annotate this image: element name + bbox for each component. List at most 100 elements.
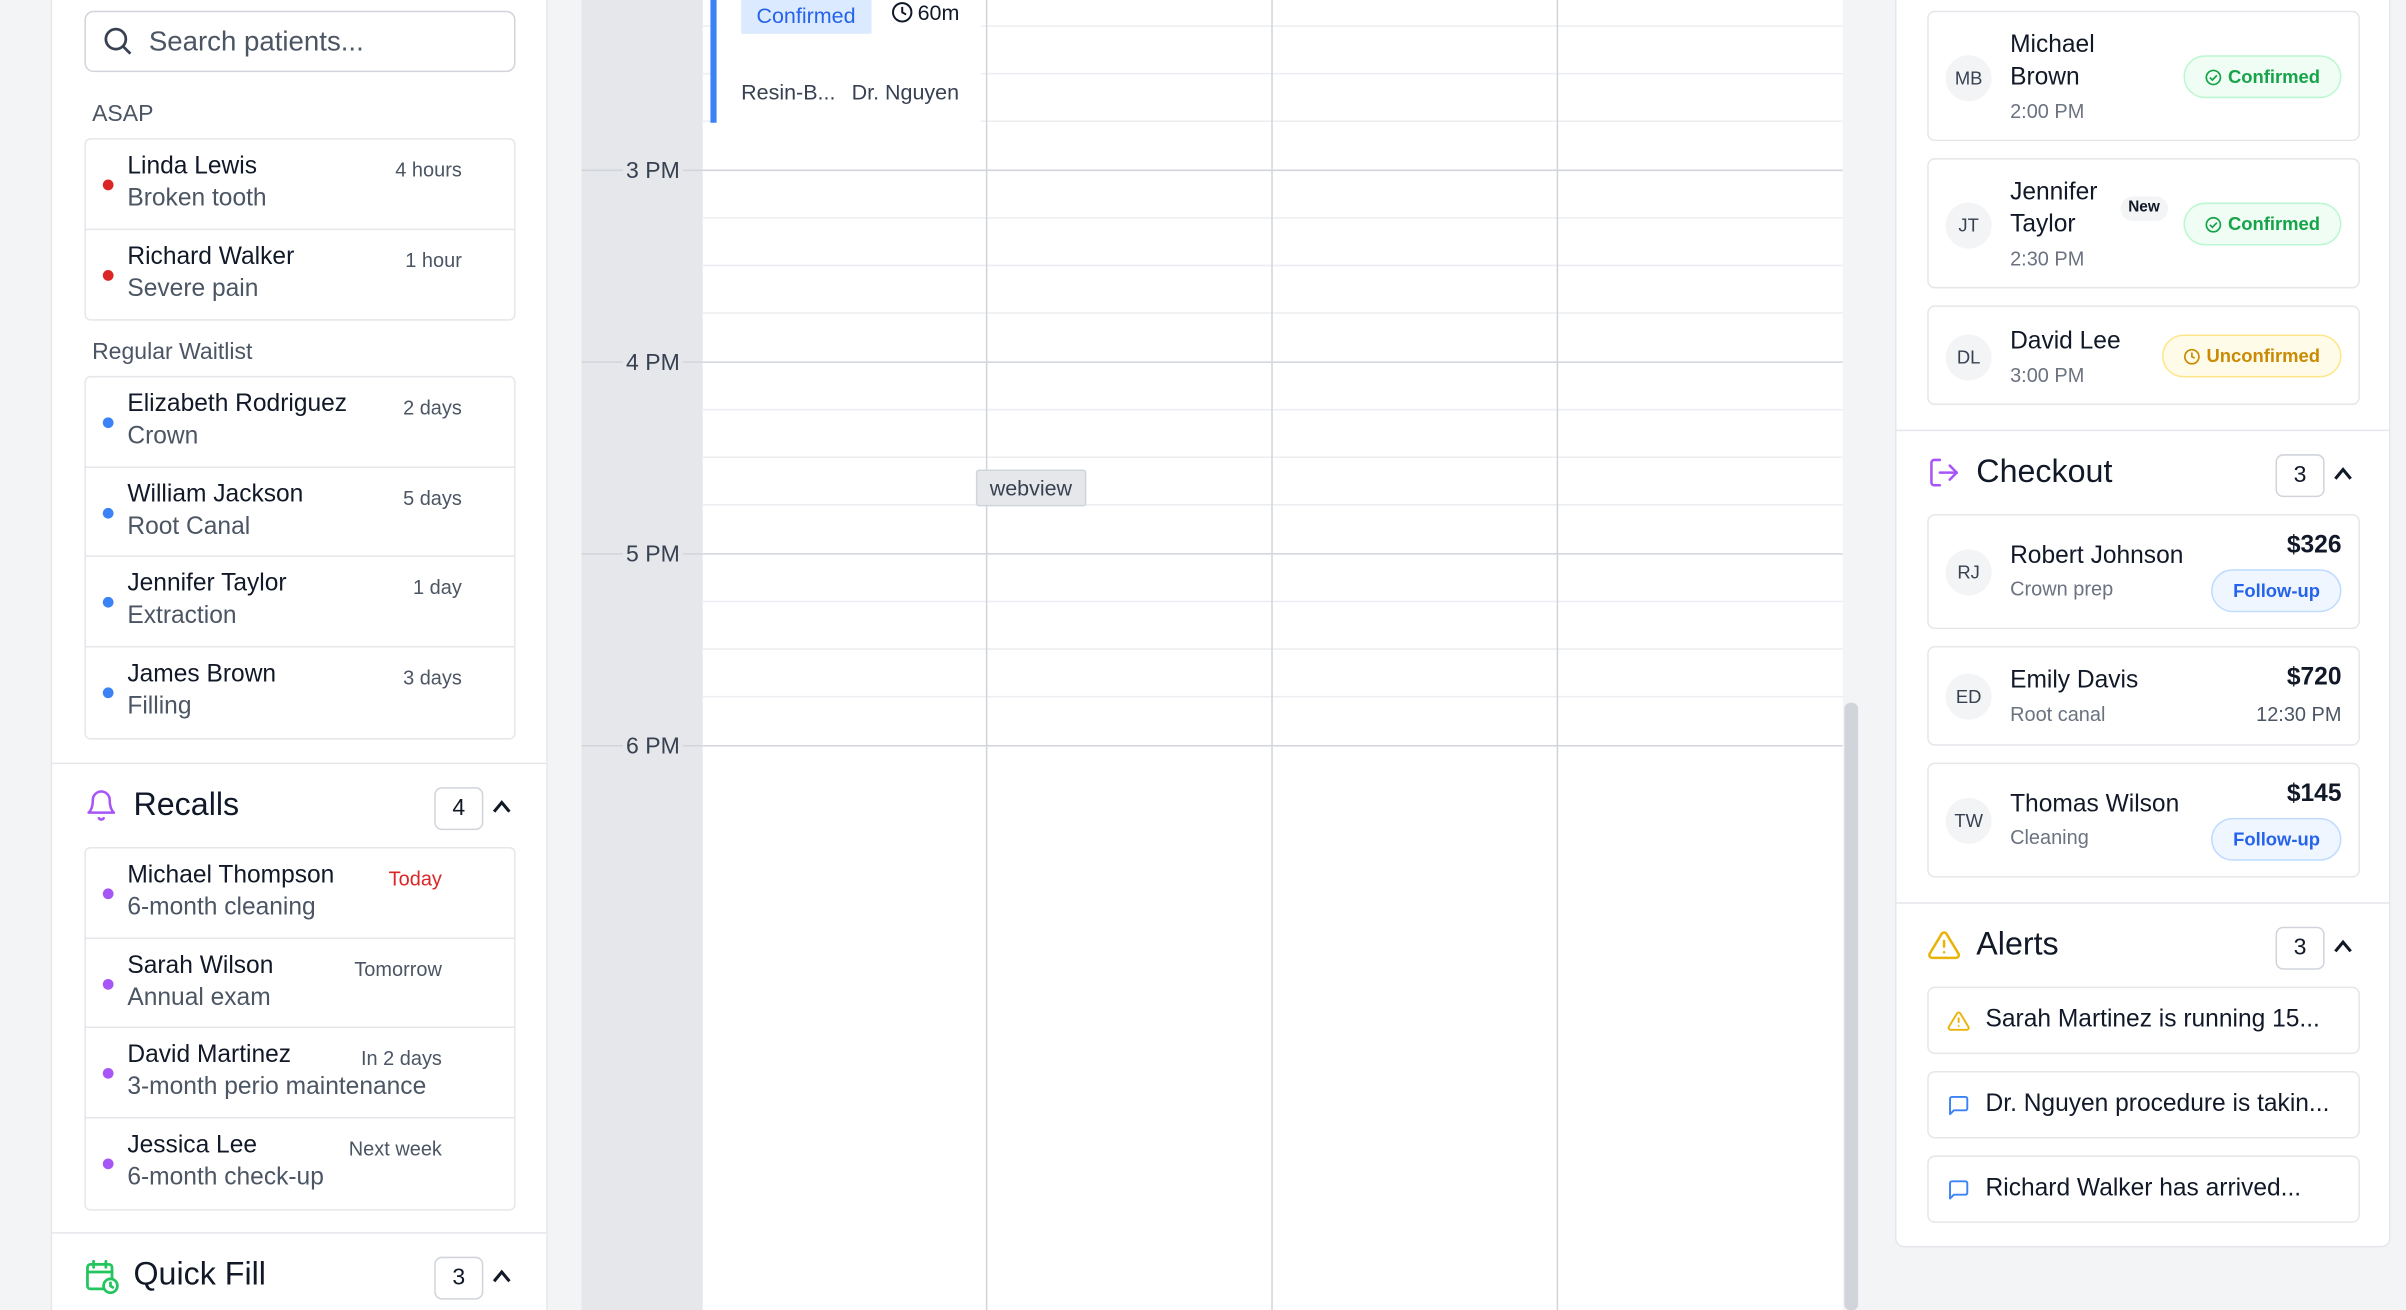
recall-due: Next week — [348, 1137, 442, 1161]
appointment-duration: 60m — [891, 0, 959, 25]
appointment-time: 2:30 PM — [2010, 247, 2085, 271]
status-badge: Confirmed — [2183, 55, 2342, 99]
appointment-time: 12:30 PM — [2256, 702, 2342, 726]
divider — [1896, 429, 2390, 432]
checkout-card[interactable]: TW Thomas Wilson Cleaning $145 Follow-up — [1927, 762, 2360, 878]
list-item[interactable]: William Jackson Root Canal 5 days — [85, 468, 515, 558]
follow-up-badge[interactable]: Follow-up — [2211, 817, 2342, 861]
appointment-doctor: Dr. Nguyen — [851, 79, 960, 105]
patient-card[interactable]: MB Michael Brown 2:00 PM Confirmed — [1927, 10, 2360, 142]
asap-label: ASAP — [92, 101, 154, 128]
priority-dot — [102, 179, 114, 191]
patient-name: David Lee — [2010, 328, 2121, 355]
clock-icon — [2183, 348, 2200, 364]
alert-item[interactable]: Richard Walker has arrived... — [1927, 1155, 2360, 1223]
patient-first-name: Michael — [2010, 32, 2095, 59]
quick-fill-count: 3 — [434, 1256, 484, 1300]
patient-name: Elizabeth Rodriguez — [127, 391, 348, 418]
list-item[interactable]: Michael Thompson 6-month cleaning Today — [85, 849, 515, 939]
checkout-card[interactable]: RJ Robert Johnson Crown prep $326 Follow… — [1927, 514, 2360, 630]
new-patient-tag: New — [2120, 196, 2168, 221]
list-item[interactable]: Jessica Lee 6-month check-up Next week — [86, 1119, 514, 1209]
patient-reason: Severe pain — [127, 275, 259, 302]
priority-dot — [102, 597, 114, 609]
patient-reason: Root Canal — [127, 513, 251, 540]
list-item[interactable]: James Brown Filling 3 days — [86, 648, 514, 738]
list-item[interactable]: Linda Lewis Broken tooth 4 hours — [85, 140, 515, 230]
chevron-up-icon[interactable] — [2332, 936, 2353, 957]
patient-name: Emily Davis — [2010, 667, 2139, 694]
priority-dot — [102, 1158, 114, 1170]
list-item[interactable]: Richard Walker Severe pain 1 hour — [86, 230, 514, 320]
search-input[interactable] — [148, 25, 487, 58]
priority-dot — [102, 888, 114, 900]
alert-item[interactable]: Sarah Martinez is running 15... — [1927, 986, 2360, 1055]
chevron-up-icon[interactable] — [491, 796, 512, 817]
recall-due: Tomorrow — [354, 956, 442, 981]
app-page: ASAP Linda Lewis Broken tooth 4 hours Ri… — [0, 0, 2406, 1310]
list-item[interactable]: Elizabeth Rodriguez Crown 2 days — [85, 377, 515, 468]
avatar: TW — [1945, 797, 1992, 844]
procedure-detail: Cleaning — [2010, 825, 2089, 849]
patient-reason: Extraction — [127, 603, 237, 630]
priority-dot — [102, 269, 114, 281]
patient-last-name: Brown — [2010, 64, 2080, 91]
wait-time: 4 hours — [395, 158, 462, 182]
hour-label: 3 PM — [622, 158, 683, 185]
hour-ticks — [581, 169, 703, 747]
amount-due: $145 — [2286, 781, 2342, 808]
divider — [52, 762, 547, 765]
duration-text: 60m — [917, 0, 960, 25]
patient-reason: Filling — [127, 693, 192, 720]
waitlist-sidebar: ASAP Linda Lewis Broken tooth 4 hours Ri… — [50, 0, 548, 1310]
amount-due: $326 — [2286, 532, 2342, 559]
patient-card[interactable]: DL David Lee 3:00 PM Unconfirmed — [1927, 305, 2360, 406]
patient-reason: Broken tooth — [127, 185, 267, 212]
priority-dot — [102, 507, 114, 519]
status-text: Confirmed — [2227, 213, 2321, 235]
right-panel: MB Michael Brown 2:00 PM Confirmed JT Je… — [1894, 0, 2391, 1248]
appointment-procedure: Resin-B... — [741, 79, 836, 105]
alert-text: Dr. Nguyen procedure is takin... — [1985, 1090, 2330, 1118]
patient-last-name: Taylor — [2010, 211, 2076, 238]
recalls-header[interactable]: Recalls 4 — [84, 784, 515, 831]
bell-icon — [87, 790, 116, 821]
chevron-up-icon[interactable] — [2332, 463, 2353, 484]
priority-dot — [102, 687, 114, 699]
warning-icon — [1947, 1011, 1970, 1031]
checkout-header[interactable]: Checkout 3 — [1927, 451, 2358, 498]
alerts-header[interactable]: Alerts 3 — [1927, 924, 2358, 970]
follow-up-badge[interactable]: Follow-up — [2211, 569, 2342, 613]
patient-name: Jessica Lee — [127, 1132, 258, 1159]
procedure-detail: Crown prep — [2010, 576, 2114, 600]
recall-due: In 2 days — [360, 1047, 442, 1071]
calendar-clock-icon — [86, 1259, 119, 1295]
status-badge: Confirmed — [2183, 202, 2342, 246]
patient-reason: 6-month check-up — [127, 1164, 324, 1191]
checkout-card[interactable]: ED Emily Davis Root canal $720 12:30 PM — [1927, 645, 2360, 746]
appointment-block[interactable]: Confirmed 60m Resin-B... Dr. Nguyen — [710, 0, 981, 123]
message-icon — [1949, 1095, 1969, 1116]
calendar-grid[interactable] — [702, 0, 1843, 1310]
scrollbar-thumb[interactable] — [1844, 702, 1859, 1310]
search-icon — [104, 27, 132, 55]
appointment-time: 2:00 PM — [2010, 99, 2085, 123]
search-box[interactable] — [84, 10, 516, 73]
list-item[interactable]: David Martinez 3-month perio maintenance… — [85, 1029, 515, 1119]
list-item[interactable]: Jennifer Taylor Extraction 1 day — [85, 558, 515, 648]
avatar: DL — [1945, 334, 1992, 381]
check-circle-icon — [2205, 68, 2222, 85]
quick-fill-header[interactable]: Quick Fill 3 — [84, 1254, 515, 1300]
wait-time: 1 hour — [405, 248, 462, 272]
patient-reason: Annual exam — [127, 984, 271, 1011]
patient-name: Sarah Wilson — [127, 952, 274, 979]
recalls-title: Recalls — [133, 787, 240, 823]
regular-waitlist: Elizabeth Rodriguez Crown 2 days William… — [84, 375, 516, 740]
patient-card[interactable]: JT Jennifer Taylor New 2:30 PM Confirmed — [1927, 158, 2360, 289]
chevron-up-icon[interactable] — [491, 1266, 512, 1287]
alerts-count: 3 — [2275, 926, 2325, 970]
list-item[interactable]: Sarah Wilson Annual exam Tomorrow — [85, 939, 515, 1029]
patient-name: Jennifer Taylor — [127, 571, 287, 598]
alert-item[interactable]: Dr. Nguyen procedure is takin... — [1927, 1071, 2360, 1139]
patient-name: Michael Thompson — [127, 862, 335, 889]
